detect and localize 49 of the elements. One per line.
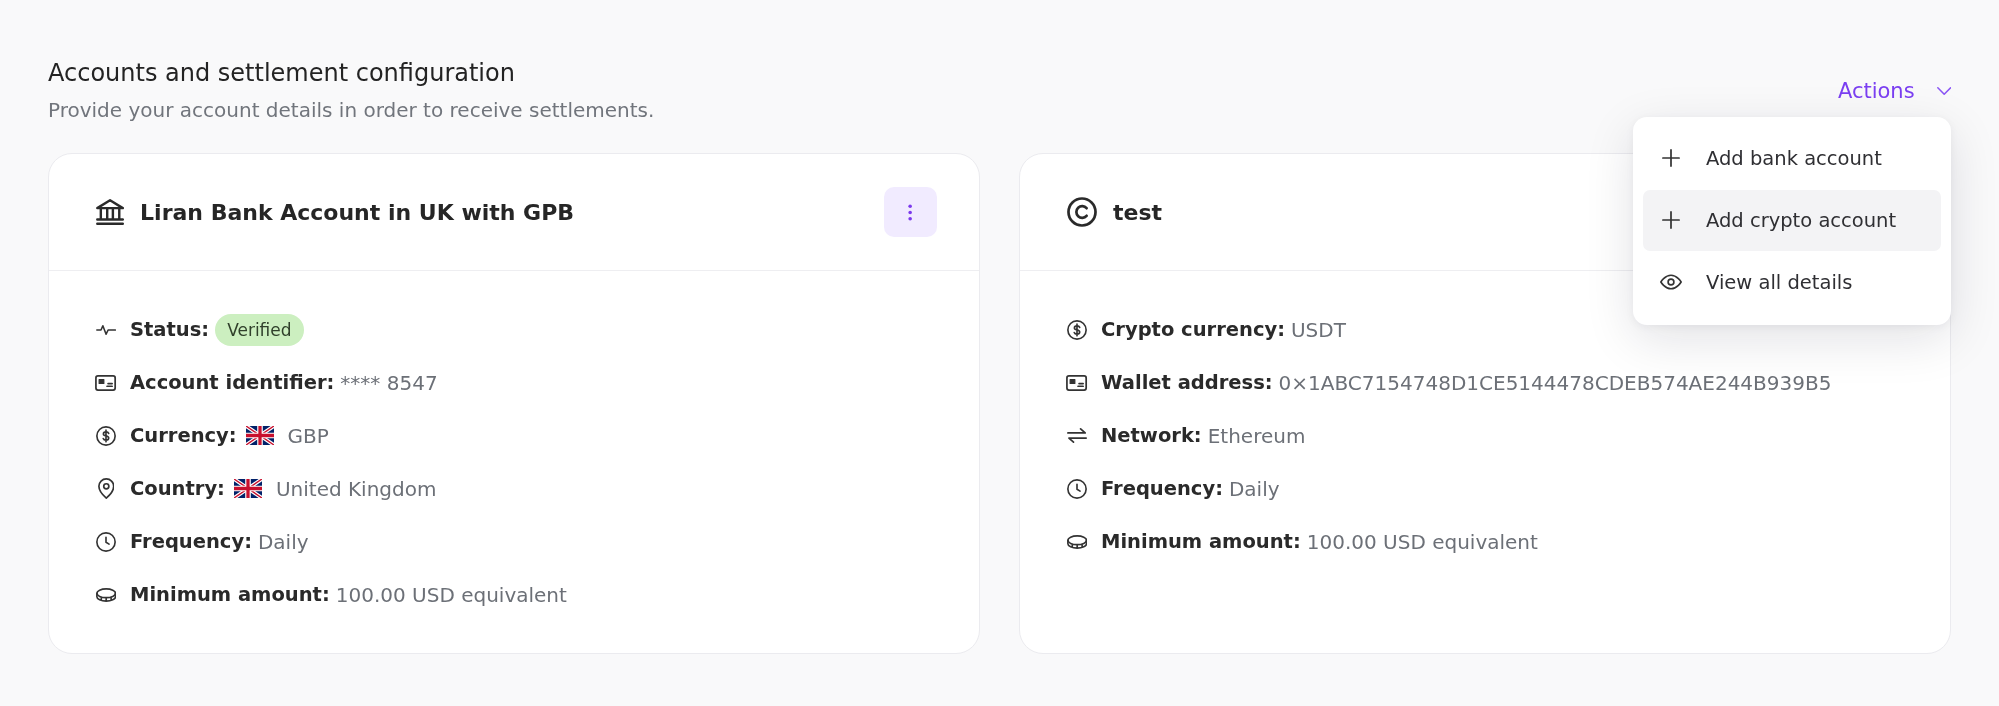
card-title: test (1113, 199, 1163, 225)
menu-item[interactable]: Add crypto account (1643, 189, 1941, 251)
clock-icon (1067, 478, 1087, 499)
dollar-icon (1067, 319, 1087, 340)
section-subtitle: Provide your account details in order to receive settlements. (48, 97, 655, 123)
menu-item[interactable]: View all details (1643, 251, 1941, 313)
copyright-icon (1067, 197, 1097, 227)
eye-icon (1660, 274, 1682, 290)
field-label: Frequency: (130, 528, 252, 555)
vertical-dots-icon (908, 203, 913, 221)
field-value: GBP (287, 422, 329, 449)
coin-icon (95, 587, 117, 602)
field-value: 0×1ABC7154748D1CE5144478CDEB574AE244B939B5 (1278, 369, 1832, 396)
field-value: Daily (257, 528, 309, 555)
field-value: Ethereum (1207, 422, 1306, 449)
field-value: Daily (1228, 475, 1280, 502)
plus-icon (1662, 149, 1680, 167)
field-value: USDT (1290, 316, 1346, 343)
field-label: Minimum amount: (1101, 528, 1301, 555)
more-options-button[interactable] (884, 187, 937, 237)
id-card-icon (95, 374, 117, 391)
plus-icon (1662, 211, 1680, 229)
field-label: Crypto currency: (1101, 316, 1285, 343)
section-title: Accounts and settlement configuration (48, 58, 516, 88)
field-label: Status: (130, 316, 210, 343)
actions-button[interactable]: Actions (1837, 76, 1951, 105)
field-label: Network: (1101, 422, 1202, 449)
field-label: Minimum amount: (130, 581, 330, 608)
location-pin-icon (97, 478, 115, 499)
field-label: Account identifier: (130, 369, 335, 396)
field-value: United Kingdom (275, 475, 437, 502)
dollar-icon (96, 425, 116, 446)
status-badge: Verified (215, 313, 304, 346)
field-value: 100.00 USD equivalent (335, 581, 567, 608)
bank-icon (96, 199, 125, 225)
swap-arrows-icon (1066, 428, 1088, 443)
field-label: Frequency: (1101, 475, 1223, 502)
field-value: 100.00 USD equivalent (1306, 528, 1538, 555)
card-title: Liran Bank Account in UK with GPB (140, 199, 575, 225)
pulse-icon (95, 324, 117, 335)
field-label: Country: (130, 475, 225, 502)
field-value: **** 8547 (340, 369, 438, 396)
menu-item[interactable]: Add bank account (1643, 127, 1941, 189)
id-card-icon (1066, 374, 1088, 391)
clock-icon (96, 531, 116, 552)
field-label: Wallet address: (1101, 369, 1273, 396)
chevron-down-icon (1936, 86, 1951, 95)
coin-icon (1066, 534, 1088, 549)
field-label: Currency: (130, 422, 237, 449)
